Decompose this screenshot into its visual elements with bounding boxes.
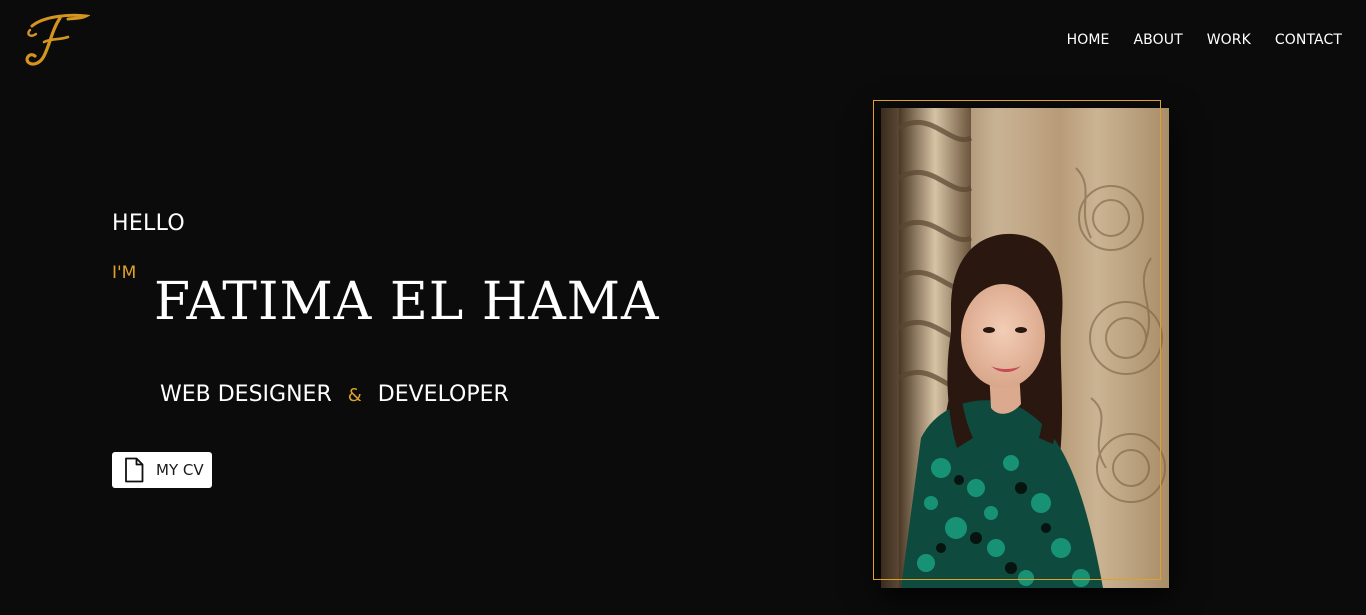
hero-role: WEB DESIGNER & DEVELOPER [160, 382, 509, 407]
my-cv-label: MY CV [156, 461, 204, 479]
main-nav: HOME ABOUT WORK CONTACT [1043, 32, 1342, 48]
page: HOME ABOUT WORK CONTACT HELLO I'M FATIMA… [0, 0, 1366, 615]
portrait-photo [881, 108, 1169, 588]
role-web-designer: WEB DESIGNER [160, 382, 332, 407]
logo-mark [25, 13, 90, 66]
hero-greeting: HELLO [112, 211, 185, 236]
role-developer: DEVELOPER [377, 382, 509, 407]
logo[interactable] [22, 10, 90, 70]
nav-about[interactable]: ABOUT [1133, 32, 1182, 48]
role-ampersand: & [347, 385, 362, 406]
hero-im: I'M [112, 263, 137, 283]
document-icon [125, 457, 144, 483]
nav-contact[interactable]: CONTACT [1275, 32, 1342, 48]
my-cv-button[interactable]: MY CV [112, 452, 212, 488]
nav-home[interactable]: HOME [1067, 32, 1110, 48]
hero-name: FATIMA EL HAMA [154, 272, 660, 332]
nav-work[interactable]: WORK [1207, 32, 1251, 48]
